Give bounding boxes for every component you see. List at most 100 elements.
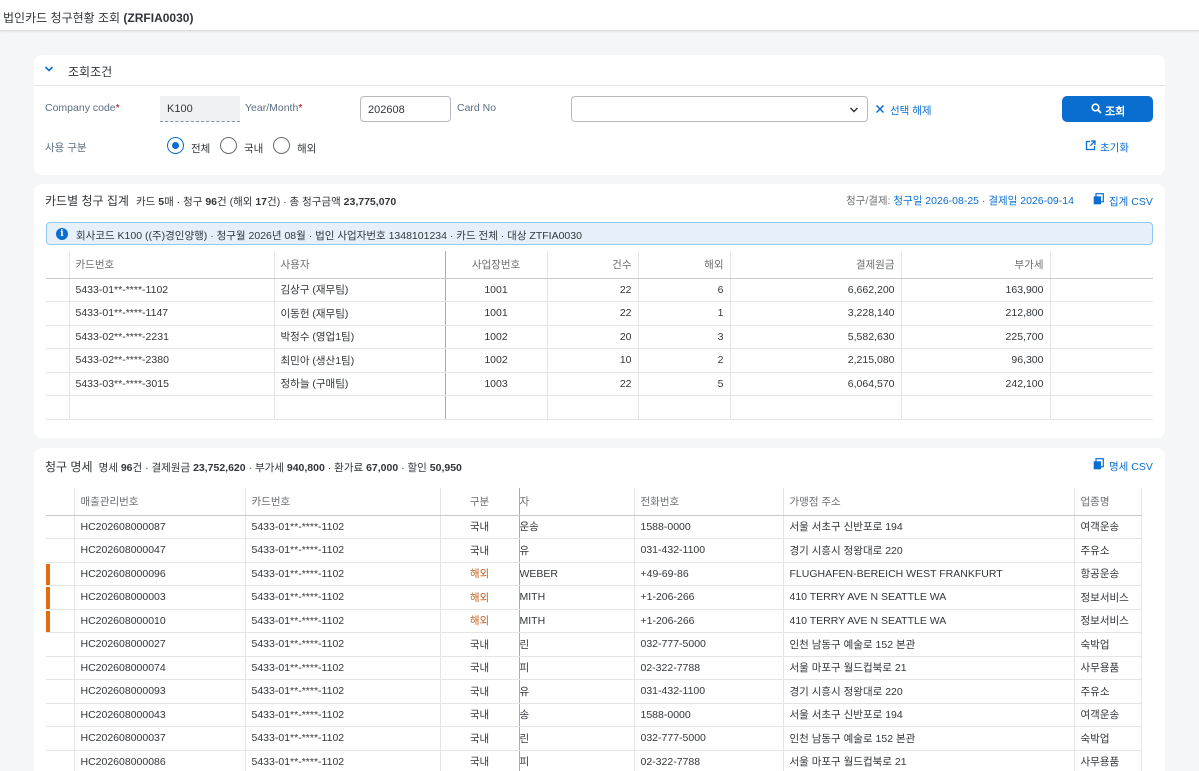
row-selector[interactable]	[46, 750, 75, 771]
col-header-industry[interactable]: 업종명	[1074, 488, 1142, 516]
row-selector[interactable]	[46, 703, 75, 727]
col-header-overseas[interactable]: 해외	[638, 251, 731, 279]
col-header-merchant[interactable]: 자	[519, 488, 635, 516]
usage-radio-all[interactable]	[167, 137, 184, 154]
table-row[interactable]: HC202608000093 5433-01**-****-1102 국내 유 031-…	[46, 679, 1142, 704]
table-row[interactable]: 5433-01**-****-1147 이동헌 (재무팀) 1001 22 1 3,228…	[46, 301, 1153, 326]
table-row[interactable]: 5433-02**-****-2231 박정수 (영업1팀) 1002 20 3 5,58…	[46, 325, 1153, 349]
chevron-down-icon[interactable]	[44, 64, 54, 74]
row-selector[interactable]	[46, 395, 70, 420]
cell-vat	[901, 395, 1051, 420]
cell-phone: 02-322-7788	[634, 750, 784, 771]
table-row[interactable]	[46, 395, 1153, 420]
export-icon	[1093, 193, 1104, 205]
table-row[interactable]: HC202608000037 5433-01**-****-1102 국내 린 032-…	[46, 726, 1142, 751]
row-selector[interactable]	[46, 325, 70, 349]
cell-address: FLUGHAFEN-BEREICH WEST FRANKFURT	[783, 562, 1075, 586]
table-row[interactable]: HC202608000086 5433-01**-****-1102 국내 피 02-3…	[46, 750, 1142, 771]
col-header-vat[interactable]: 부가세	[901, 251, 1051, 279]
row-selector[interactable]	[46, 726, 75, 751]
company-code-field[interactable]: K100	[160, 96, 240, 122]
cell-business-no	[445, 395, 548, 420]
usage-radio-domestic[interactable]	[220, 137, 237, 154]
row-selector[interactable]	[46, 301, 70, 326]
detail-header-row: 매출관리번호 카드번호 구분 자 전화번호 가맹점 주소 업종명	[46, 488, 1142, 516]
overseas-marker	[46, 587, 50, 609]
usage-radio-overseas-label[interactable]: 해외	[297, 141, 316, 156]
cell-sales-no: HC202608000087	[74, 515, 246, 539]
cell-sales-no: HC202608000010	[74, 609, 246, 633]
col-header-filler	[1050, 251, 1153, 279]
row-selector[interactable]	[46, 515, 75, 539]
card-summary-table: 카드번호 사용자 사업장번호 건수 해외 결제원금 부가세 5433-01**-…	[46, 251, 1153, 420]
cell-card-no: 5433-02**-****-2231	[69, 325, 275, 349]
usage-radio-all-label[interactable]: 전체	[191, 141, 210, 156]
cell-card-no: 5433-01**-****-1102	[245, 632, 441, 657]
cell-card-no: 5433-01**-****-1102	[245, 726, 441, 751]
table-row[interactable]: HC202608000003 5433-01**-****-1102 해외 MITH +…	[46, 585, 1142, 610]
row-selector[interactable]	[46, 278, 70, 302]
table-row[interactable]: HC202608000047 5433-01**-****-1102 국내 유 031-…	[46, 538, 1142, 563]
row-selector[interactable]	[46, 348, 70, 373]
table-row[interactable]: HC202608000074 5433-01**-****-1102 국내 피 02-3…	[46, 656, 1142, 680]
table-row[interactable]: 5433-03**-****-3015 정하늘 (구매팀) 1003 22 5 6,064…	[46, 372, 1153, 396]
table-row[interactable]: HC202608000043 5433-01**-****-1102 국내 송 1588…	[46, 703, 1142, 727]
cell-sales-no: HC202608000037	[74, 726, 246, 751]
title-bar: 법인카드 청구현황 조회 (ZRFIA0030)	[0, 0, 1199, 31]
cell-count: 20	[547, 325, 639, 349]
row-selector[interactable]	[46, 538, 75, 563]
col-header-business-no[interactable]: 사업장번호	[445, 251, 548, 279]
col-header-card-no[interactable]: 카드번호	[69, 251, 275, 279]
table-row[interactable]: HC202608000096 5433-01**-****-1102 해외 WEBER…	[46, 562, 1142, 586]
cell-card-no: 5433-01**-****-1102	[245, 703, 441, 727]
billing-dates: 청구/결제: 청구일 2026-08-25 · 결제일 2026-09-14	[846, 195, 1074, 207]
row-selector[interactable]	[46, 585, 75, 610]
table-row[interactable]: HC202608000087 5433-01**-****-1102 국내 운송 158…	[46, 515, 1142, 539]
cell-industry: 여객운송	[1074, 515, 1142, 539]
row-selector[interactable]	[46, 372, 70, 396]
cell-user: 김상구 (재무팀)	[274, 278, 446, 302]
cell-merchant: 린	[519, 632, 635, 657]
usage-radio-domestic-label[interactable]: 국내	[244, 141, 263, 156]
cell-merchant: WEBER	[519, 562, 635, 586]
search-button[interactable]: 조회	[1062, 96, 1153, 122]
cell-merchant: MITH	[519, 585, 635, 610]
row-selector[interactable]	[46, 632, 75, 657]
year-month-label: Year/Month*	[245, 102, 303, 114]
col-header-user[interactable]: 사용자	[274, 251, 446, 279]
cell-card-no: 5433-01**-****-1102	[245, 656, 441, 680]
cell-principal: 5,582,630	[730, 325, 902, 349]
card-summary-panel: 카드별 청구 집계 카드 5매 · 청구 96건 (해외 17건) · 총 청구…	[34, 184, 1165, 438]
cell-filler	[1050, 372, 1153, 396]
cell-sales-no: HC202608000047	[74, 538, 246, 563]
row-selector[interactable]	[46, 679, 75, 704]
year-month-field[interactable]: 202608	[360, 96, 451, 122]
cell-type: 국내	[440, 538, 520, 563]
cell-count: 22	[547, 278, 639, 302]
col-header-count[interactable]: 건수	[547, 251, 639, 279]
table-row[interactable]: 5433-01**-****-1102 김상구 (재무팀) 1001 22 6 6,662…	[46, 278, 1153, 302]
card-no-select[interactable]	[571, 96, 868, 122]
row-selector[interactable]	[46, 656, 75, 680]
page-title: 법인카드 청구현황 조회 (ZRFIA0030)	[3, 11, 194, 25]
export-icon	[1093, 458, 1104, 470]
table-row[interactable]: HC202608000010 5433-01**-****-1102 해외 MITH +…	[46, 609, 1142, 633]
col-header-principal[interactable]: 결제원금	[730, 251, 902, 279]
conditions-title: 조회조건	[68, 65, 113, 79]
row-selector[interactable]	[46, 562, 75, 586]
col-header-phone[interactable]: 전화번호	[634, 488, 784, 516]
col-header-sales-no[interactable]: 매출관리번호	[74, 488, 246, 516]
cell-business-no: 1003	[445, 372, 548, 396]
col-header-address[interactable]: 가맹점 주소	[783, 488, 1075, 516]
table-row[interactable]: HC202608000027 5433-01**-****-1102 국내 린 032-…	[46, 632, 1142, 657]
cell-merchant: MITH	[519, 609, 635, 633]
usage-radio-overseas[interactable]	[273, 137, 290, 154]
col-header-type[interactable]: 구분	[440, 488, 520, 516]
cell-sales-no: HC202608000043	[74, 703, 246, 727]
col-header-card-no[interactable]: 카드번호	[245, 488, 441, 516]
row-selector[interactable]	[46, 609, 75, 633]
cell-card-no: 5433-03**-****-3015	[69, 372, 275, 396]
conditions-header[interactable]: 조회조건	[34, 55, 1165, 86]
cell-phone: 032-777-5000	[634, 632, 784, 657]
table-row[interactable]: 5433-02**-****-2380 최민아 (생산1팀) 1002 10 2 2,21…	[46, 348, 1153, 373]
